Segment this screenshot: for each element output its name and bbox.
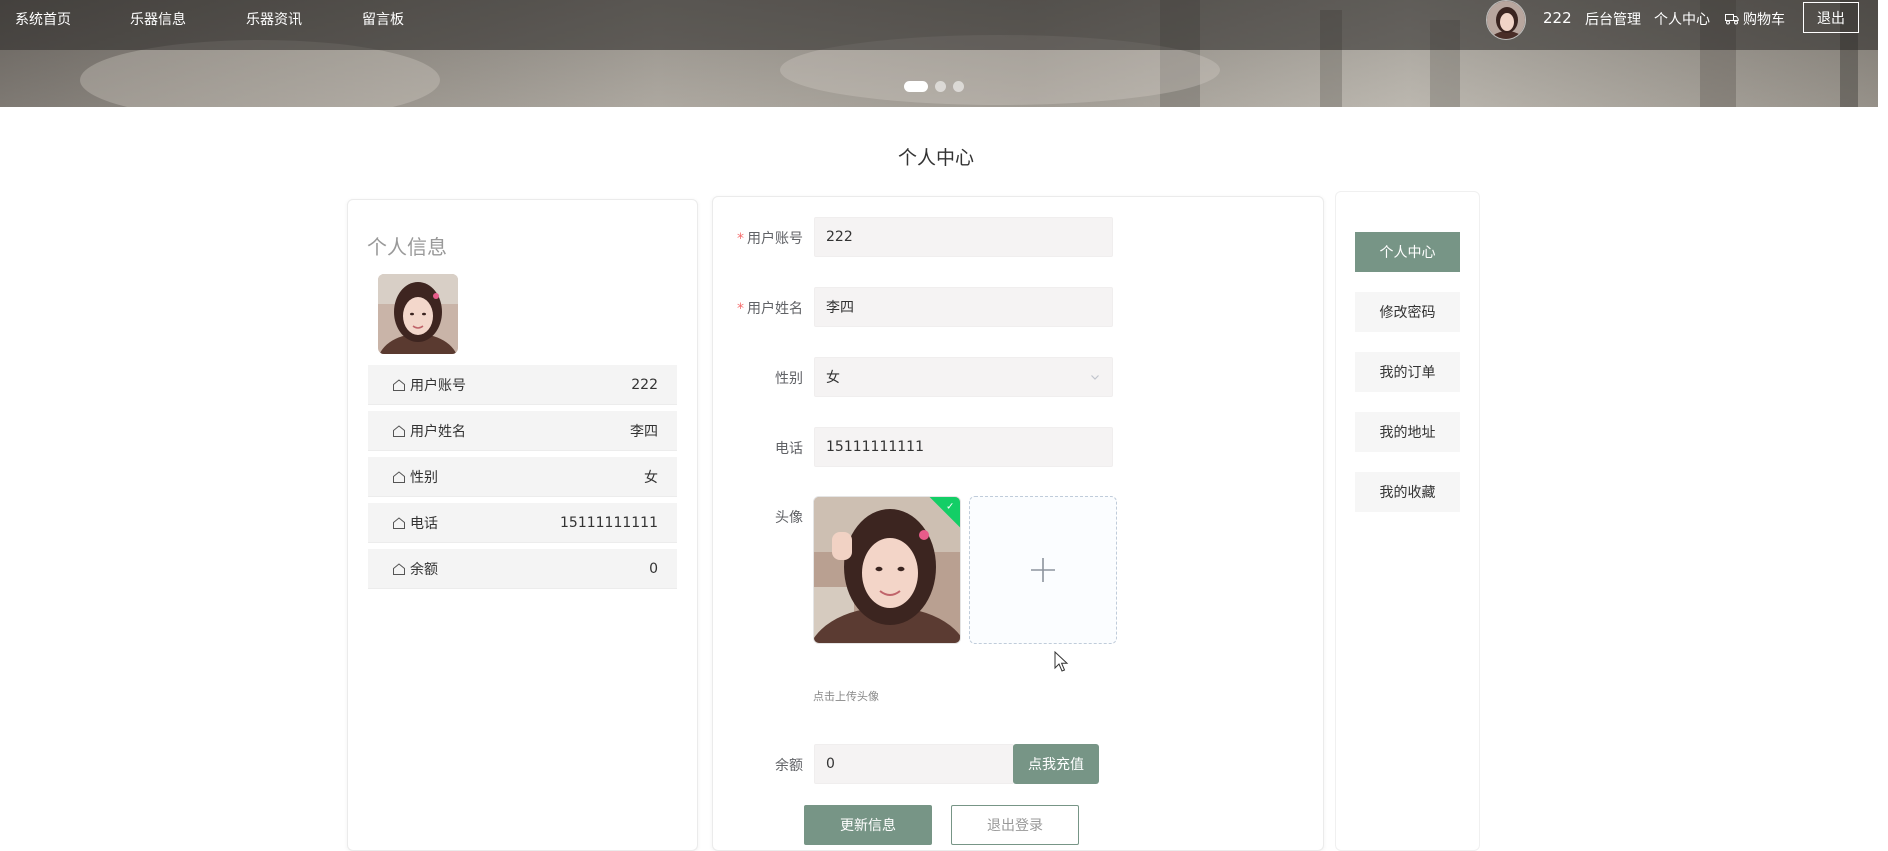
balance-label: 余额 [775, 758, 803, 774]
info-value: 15111111111 [560, 514, 658, 531]
side-menu-item-addresses[interactable]: 我的地址 [1355, 412, 1460, 452]
home-icon [393, 562, 405, 575]
profile-form: * 用户账号 222 * 用户姓名 李四 性别 女 电话 15111111111 头… [712, 196, 1324, 851]
info-value: 222 [631, 376, 658, 393]
profile-card-title: 个人信息 [367, 235, 447, 259]
account-label: * 用户账号 [737, 231, 803, 247]
nav-cart-link[interactable]: 购物车 [1725, 9, 1785, 29]
info-label: 电话 [410, 515, 438, 532]
carousel-dot[interactable] [935, 81, 946, 92]
name-label: * 用户姓名 [737, 301, 803, 317]
nav-instruments[interactable]: 乐器信息 [130, 9, 186, 29]
home-icon [393, 516, 405, 529]
name-field[interactable]: 李四 [814, 287, 1113, 327]
home-icon [393, 378, 405, 391]
home-icon [393, 470, 405, 483]
home-icon [393, 424, 405, 437]
nav-news[interactable]: 乐器资讯 [246, 9, 302, 29]
username: 222 [1543, 9, 1572, 27]
phone-label: 电话 [775, 441, 803, 457]
info-value: 0 [649, 560, 658, 577]
banner: 系统首页 乐器信息 乐器资讯 留言板 222 后台管理 个人中心 购物车 退出 [0, 0, 1878, 107]
profile-card: 个人信息 用户账号 222 用户姓名 李四 性别 女 电话 1511111111… [347, 199, 698, 851]
logout-account-button[interactable]: 退出登录 [951, 805, 1079, 845]
nav-messages[interactable]: 留言板 [362, 9, 404, 29]
avatar[interactable] [1486, 0, 1526, 40]
gender-label: 性别 [775, 371, 803, 387]
list-item: 用户账号 222 [368, 365, 677, 405]
required-mark: * [737, 231, 744, 247]
nav-admin-link[interactable]: 后台管理 [1585, 9, 1641, 29]
balance-field[interactable]: 0 [814, 744, 1014, 784]
gender-select[interactable]: 女 [814, 357, 1113, 397]
side-menu-item-user-center[interactable]: 个人中心 [1355, 232, 1460, 272]
list-item: 余额 0 [368, 549, 677, 589]
side-menu: 个人中心 修改密码 我的订单 我的地址 我的收藏 [1335, 191, 1480, 851]
info-label: 余额 [410, 561, 438, 578]
recharge-button[interactable]: 点我充值 [1013, 744, 1099, 784]
account-field[interactable]: 222 [814, 217, 1113, 257]
nav-home[interactable]: 系统首页 [15, 9, 71, 29]
chevron-down-icon [1091, 375, 1099, 380]
uploaded-avatar[interactable]: ✓ [813, 496, 961, 644]
info-value: 女 [644, 469, 658, 486]
info-label: 性别 [410, 469, 438, 486]
carousel-indicators [904, 81, 964, 92]
list-item: 用户姓名 李四 [368, 411, 677, 451]
update-info-button[interactable]: 更新信息 [804, 805, 932, 845]
required-mark: * [737, 301, 744, 317]
side-menu-item-orders[interactable]: 我的订单 [1355, 352, 1460, 392]
gender-value: 女 [826, 370, 840, 386]
top-nav-bar: 系统首页 乐器信息 乐器资讯 留言板 222 后台管理 个人中心 购物车 退出 [0, 0, 1878, 50]
info-value: 李四 [630, 423, 658, 440]
nav-user-center-link[interactable]: 个人中心 [1654, 9, 1710, 29]
list-item: 性别 女 [368, 457, 677, 497]
cart-label: 购物车 [1743, 12, 1785, 28]
info-label: 用户账号 [410, 377, 466, 394]
info-label: 用户姓名 [410, 423, 466, 440]
plus-icon [1031, 558, 1055, 582]
page-title: 个人中心 [897, 147, 974, 169]
upload-tip: 点击上传头像 [813, 690, 879, 703]
list-item: 电话 15111111111 [368, 503, 677, 543]
carousel-dot[interactable] [904, 81, 928, 92]
logout-button[interactable]: 退出 [1803, 2, 1859, 33]
side-menu-item-favorites[interactable]: 我的收藏 [1355, 472, 1460, 512]
side-menu-item-change-password[interactable]: 修改密码 [1355, 292, 1460, 332]
carousel-dot[interactable] [953, 81, 964, 92]
profile-info-list: 用户账号 222 用户姓名 李四 性别 女 电话 15111111111 余额 … [368, 365, 677, 595]
cart-icon [1725, 14, 1739, 25]
check-icon: ✓ [945, 501, 955, 513]
phone-field[interactable]: 15111111111 [814, 427, 1113, 467]
avatar-upload-button[interactable] [969, 496, 1117, 644]
avatar-label: 头像 [775, 510, 803, 526]
profile-avatar [378, 274, 458, 354]
mouse-cursor-icon [1054, 651, 1069, 672]
